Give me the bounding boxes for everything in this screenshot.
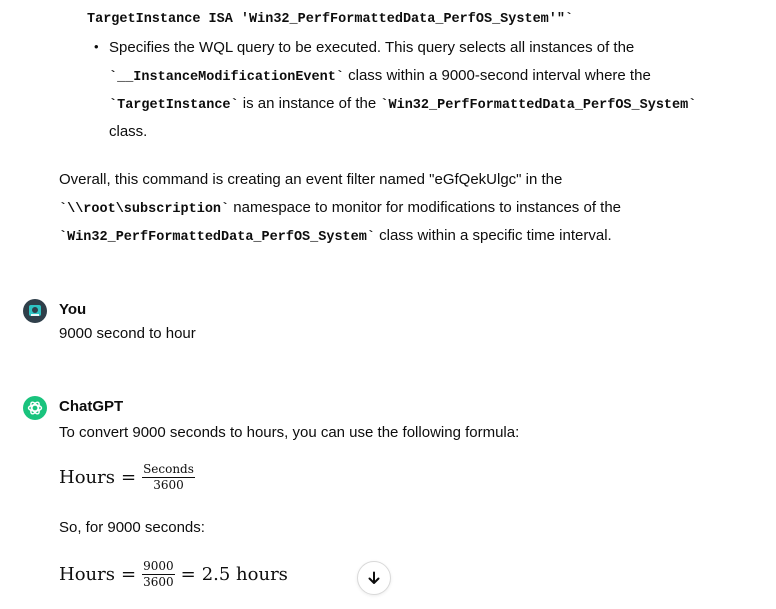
assistant-intro: To convert 9000 seconds to hours, you ca… (59, 424, 520, 441)
overall-text: class within a specific time interval. (374, 227, 612, 244)
code-snippet-line: TargetInstance ISA 'Win32_PerfFormattedD… (87, 12, 574, 27)
arrow-down-icon (368, 571, 380, 584)
inline-code: `Win32_PerfFormattedData_PerfOS_System` (59, 230, 375, 245)
formula-result: Hours = 9000 3600 = 2.5 hours (59, 560, 288, 589)
bullet-line-4: class. (109, 123, 148, 140)
user-speaker-label: You (59, 301, 87, 318)
fraction-denominator: 3600 (143, 575, 174, 589)
bullet-dot: • (94, 39, 99, 54)
formula-fraction: Seconds 3600 (142, 463, 195, 492)
formula-fraction: 9000 3600 (142, 560, 175, 589)
formula-hours: Hours = Seconds 3600 (59, 463, 195, 492)
inline-code: `\\root\subscription` (59, 202, 230, 217)
formula-equals: = (180, 564, 196, 585)
inline-code: `TargetInstance` (109, 98, 239, 113)
inline-code: `__InstanceModificationEvent` (109, 70, 344, 85)
formula-equals: = (120, 564, 137, 585)
inline-code: `Win32_PerfFormattedData_PerfOS_System` (380, 98, 697, 113)
fraction-denominator: 3600 (153, 478, 184, 492)
bullet-text: class within a 9000-second interval wher… (343, 67, 651, 84)
assistant-speaker-label: ChatGPT (59, 398, 124, 415)
user-avatar-icon (23, 299, 47, 323)
formula-result-value: 2.5 hours (201, 564, 288, 585)
bullet-line-2: `__InstanceModificationEvent` class with… (109, 66, 651, 88)
openai-logo-icon (23, 396, 47, 420)
bullet-text: is an instance of the (238, 95, 381, 112)
scroll-to-bottom-button[interactable] (357, 561, 391, 595)
fraction-numerator: Seconds (142, 462, 195, 478)
bullet-line-3: `TargetInstance` is an instance of the `… (109, 94, 696, 116)
overall-line-1: Overall, this command is creating an eve… (59, 171, 563, 188)
assistant-so-text: So, for 9000 seconds: (59, 519, 205, 536)
bullet-line-1: Specifies the WQL query to be executed. … (109, 39, 635, 56)
formula-lhs: Hours (59, 564, 115, 585)
formula-lhs: Hours (59, 467, 115, 488)
user-message-text: 9000 second to hour (59, 325, 196, 342)
overall-text: namespace to monitor for modifications t… (229, 199, 622, 216)
formula-equals: = (120, 467, 137, 488)
fraction-numerator: 9000 (142, 559, 175, 575)
overall-line-3: `Win32_PerfFormattedData_PerfOS_System` … (59, 226, 612, 248)
overall-line-2: `\\root\subscription` namespace to monit… (59, 198, 621, 220)
